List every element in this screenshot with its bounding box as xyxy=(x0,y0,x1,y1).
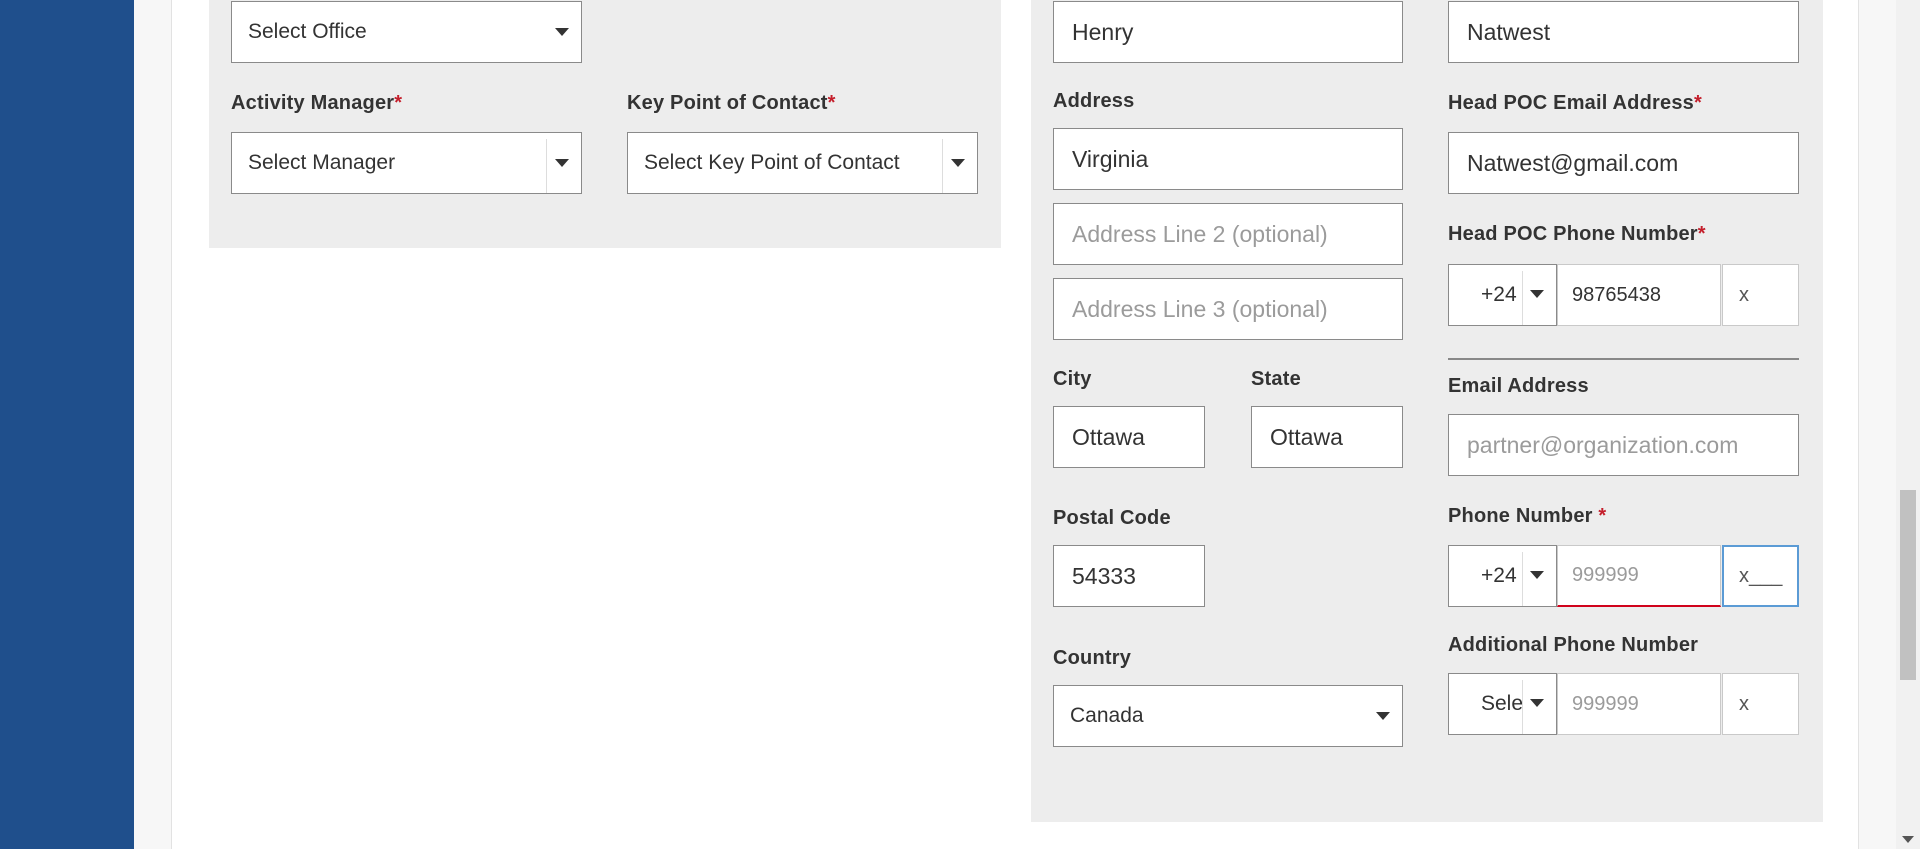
country-select[interactable]: Canada xyxy=(1053,685,1403,747)
page-scrollbar[interactable] xyxy=(1896,0,1920,849)
postal-code-input[interactable]: 54333 xyxy=(1053,545,1205,607)
required-marker: * xyxy=(394,92,403,114)
email-label: Email Address xyxy=(1448,375,1589,397)
phone-number-input[interactable]: 999999 xyxy=(1557,545,1721,607)
chevron-down-icon xyxy=(555,28,569,36)
additional-phone-code-select[interactable]: Sele xyxy=(1448,673,1557,735)
chevron-down-icon xyxy=(1530,571,1544,579)
postal-code-label: Postal Code xyxy=(1053,507,1171,529)
country-select-value: Canada xyxy=(1070,704,1144,727)
state-label: State xyxy=(1251,368,1301,390)
additional-phone-number-input[interactable]: 999999 xyxy=(1557,673,1721,735)
activity-manager-select-value: Select Manager xyxy=(248,151,396,174)
address-label: Address xyxy=(1053,90,1135,112)
address-line1-input[interactable]: Virginia xyxy=(1053,128,1403,190)
chevron-down-icon xyxy=(951,159,965,167)
head-poc-phone-ext-input[interactable]: x xyxy=(1722,264,1799,326)
section-divider xyxy=(1448,358,1799,360)
key-poc-select-value: Select Key Point of Contact xyxy=(644,151,900,174)
key-poc-label: Key Point of Contact* xyxy=(627,92,836,114)
phone-ext-input[interactable]: x___ xyxy=(1722,545,1799,607)
select-divider xyxy=(546,139,547,193)
additional-phone-label: Additional Phone Number xyxy=(1448,634,1699,656)
address-line3-input[interactable]: Address Line 3 (optional) xyxy=(1053,278,1403,340)
scrollbar-thumb[interactable] xyxy=(1900,490,1916,680)
activity-manager-select[interactable]: Select Manager xyxy=(231,132,582,194)
chevron-down-icon xyxy=(1530,699,1544,707)
required-marker: * xyxy=(1697,223,1706,245)
office-select-value: Select Office xyxy=(248,20,367,43)
phone-label: Phone Number * xyxy=(1448,505,1607,527)
head-poc-phone-code-select[interactable]: +24 xyxy=(1448,264,1557,326)
activity-manager-label: Activity Manager* xyxy=(231,92,403,114)
chevron-down-icon xyxy=(555,159,569,167)
required-marker: * xyxy=(1598,505,1607,527)
state-input[interactable]: Ottawa xyxy=(1251,406,1403,468)
email-input[interactable]: partner@organization.com xyxy=(1448,414,1799,476)
head-poc-email-input[interactable]: Natwest@gmail.com xyxy=(1448,132,1799,194)
scroll-down-arrow-icon[interactable] xyxy=(1902,836,1914,843)
office-select[interactable]: Select Office xyxy=(231,1,582,63)
select-divider xyxy=(942,139,943,193)
city-label: City xyxy=(1053,368,1092,390)
head-poc-phone-number-input[interactable]: 98765438 xyxy=(1557,264,1721,326)
chevron-down-icon xyxy=(1376,712,1390,720)
additional-phone-ext-input[interactable]: x xyxy=(1722,673,1799,735)
select-divider xyxy=(1522,271,1523,325)
phone-code-select[interactable]: +24 xyxy=(1448,545,1557,607)
key-poc-select[interactable]: Select Key Point of Contact xyxy=(627,132,978,194)
required-marker: * xyxy=(827,92,836,114)
head-poc-phone-label: Head POC Phone Number* xyxy=(1448,223,1706,245)
organization-input[interactable]: Natwest xyxy=(1448,1,1799,63)
head-poc-email-label: Head POC Email Address* xyxy=(1448,92,1702,114)
left-sidebar xyxy=(0,0,134,849)
city-input[interactable]: Ottawa xyxy=(1053,406,1205,468)
name-input[interactable]: Henry xyxy=(1053,1,1403,63)
required-marker: * xyxy=(1693,92,1702,114)
chevron-down-icon xyxy=(1530,290,1544,298)
address-line2-input[interactable]: Address Line 2 (optional) xyxy=(1053,203,1403,265)
country-label: Country xyxy=(1053,647,1132,669)
select-divider xyxy=(1522,680,1523,734)
select-divider xyxy=(1522,552,1523,606)
